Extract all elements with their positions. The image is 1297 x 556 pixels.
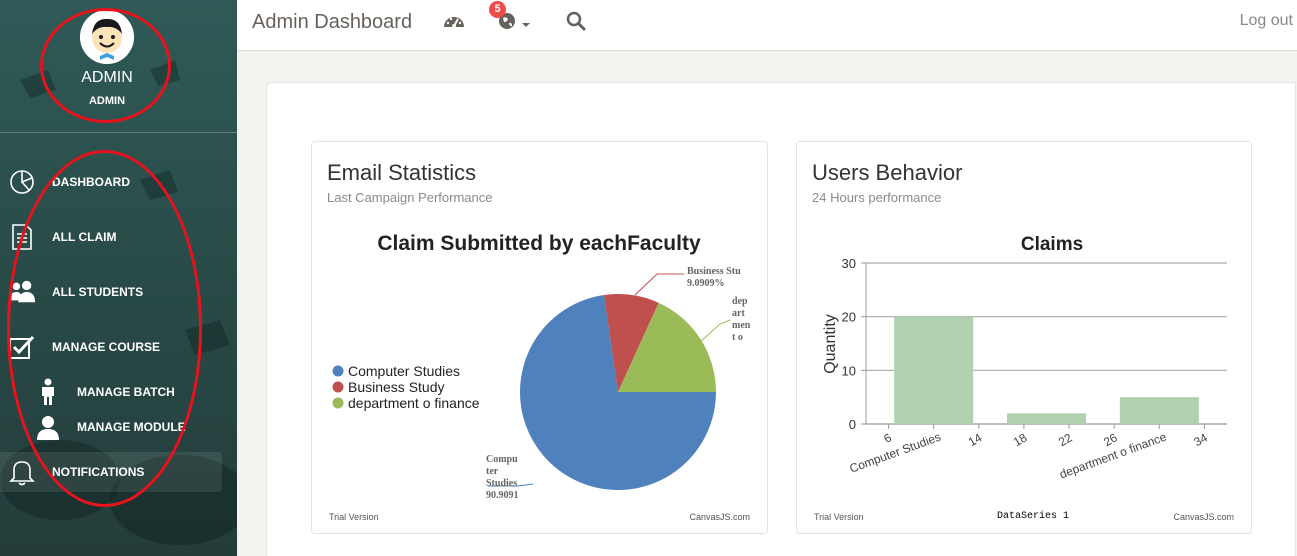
- bell-icon: [8, 458, 36, 486]
- sidebar-item-label: MANAGE MODULE: [77, 420, 186, 434]
- legend-marker: [332, 365, 344, 377]
- y-tick-label: 20: [842, 310, 856, 325]
- bar[interactable]: [1007, 413, 1086, 424]
- pie-index-label: dep art men t o: [732, 296, 751, 343]
- legend-entry[interactable]: Business Study: [348, 379, 445, 395]
- sidebar-item-manage-batch[interactable]: MANAGE BATCH: [0, 372, 237, 412]
- users-behavior-panel: Users Behavior 24 Hours performance Clai…: [796, 141, 1252, 534]
- document-icon: [8, 223, 36, 251]
- checkbox-icon: [8, 333, 36, 361]
- sidebar-item-label: ALL STUDENTS: [52, 285, 144, 299]
- chart-title: Claim Submitted by eachFaculty: [377, 232, 701, 255]
- legend-marker: [332, 381, 344, 393]
- top-navbar: Admin Dashboard 5 Log out: [237, 0, 1297, 51]
- legend-marker: [332, 397, 344, 409]
- legend-entry[interactable]: department o finance: [348, 395, 480, 411]
- x-tick-label: 34: [1191, 430, 1210, 449]
- sidebar-item-label: ALL CLAIM: [52, 230, 117, 244]
- sidebar-item-all-students[interactable]: ALL STUDENTS: [0, 272, 237, 312]
- admin-role: ADMIN: [88, 95, 126, 107]
- users-icon: [8, 278, 36, 306]
- bar[interactable]: [1119, 397, 1199, 424]
- trial-label: Trial Version: [814, 512, 864, 522]
- pie-chart: Claim Submitted by eachFaculty Compu ter S…: [329, 232, 751, 522]
- email-statistics-panel: Email Statistics Last Campaign Performan…: [311, 141, 768, 534]
- x-tick-label: 18: [1011, 430, 1030, 449]
- chevron-down-icon[interactable]: [521, 16, 545, 40]
- sidebar-item-label: MANAGE BATCH: [77, 385, 175, 399]
- sidebar-item-dashboard[interactable]: DASHBOARD: [0, 162, 237, 202]
- search-icon[interactable]: [566, 11, 590, 35]
- chart-title: Claims: [1021, 234, 1083, 255]
- data-series-label: DataSeries 1: [997, 510, 1069, 522]
- pie-connector-line: [699, 319, 731, 343]
- canvasjs-credit[interactable]: CanvasJS.com: [1173, 512, 1234, 522]
- canvasjs-credit[interactable]: CanvasJS.com: [689, 512, 750, 522]
- pie-chart-icon: [8, 168, 36, 196]
- logout-link[interactable]: Log out: [1240, 12, 1293, 30]
- sidebar-item-label: NOTIFICATIONS: [52, 465, 145, 479]
- x-category-label: Computer Studies: [848, 430, 943, 476]
- page-title[interactable]: Admin Dashboard: [252, 11, 412, 34]
- admin-name: ADMIN: [81, 69, 133, 86]
- avatar[interactable]: [80, 10, 134, 64]
- bar-chart: Claims Quantity 0102030 6 14 18 22 26 34Compu…: [814, 234, 1234, 522]
- user-icon: [34, 413, 62, 441]
- sidebar-item-manage-module[interactable]: MANAGE MODULE: [0, 407, 237, 447]
- pie-connector-line: [634, 273, 684, 296]
- sidebar-item-label: DASHBOARD: [52, 175, 130, 189]
- bar[interactable]: [894, 316, 974, 424]
- person-icon: [34, 378, 62, 406]
- notification-badge: 5: [489, 1, 506, 18]
- sidebar-item-label: MANAGE COURSE: [52, 340, 161, 354]
- y-tick-label: 30: [842, 256, 856, 271]
- trial-label: Trial Version: [329, 512, 379, 522]
- sidebar-item-notifications[interactable]: NOTIFICATIONS: [0, 452, 222, 492]
- x-tick-label: 14: [966, 430, 985, 449]
- y-axis-label: Quantity: [822, 314, 839, 374]
- sidebar-divider: [0, 132, 237, 133]
- sidebar: ADMIN ADMIN DASHBOARD ALL CLAIM ALL STUD…: [0, 0, 237, 556]
- pie-index-label: Business Stu 9.0909%: [687, 266, 741, 289]
- x-tick-label: 6: [881, 430, 894, 446]
- legend-entry[interactable]: Computer Studies: [348, 363, 460, 379]
- y-tick-label: 10: [842, 363, 856, 378]
- dashboard-icon[interactable]: [443, 11, 467, 35]
- sidebar-item-manage-course[interactable]: MANAGE COURSE: [0, 327, 237, 367]
- pie-index-label: Compu ter Studies 90.9091: [486, 454, 519, 501]
- y-tick-label: 0: [849, 417, 856, 432]
- x-tick-label: 22: [1056, 430, 1075, 449]
- sidebar-item-all-claim[interactable]: ALL CLAIM: [0, 217, 237, 257]
